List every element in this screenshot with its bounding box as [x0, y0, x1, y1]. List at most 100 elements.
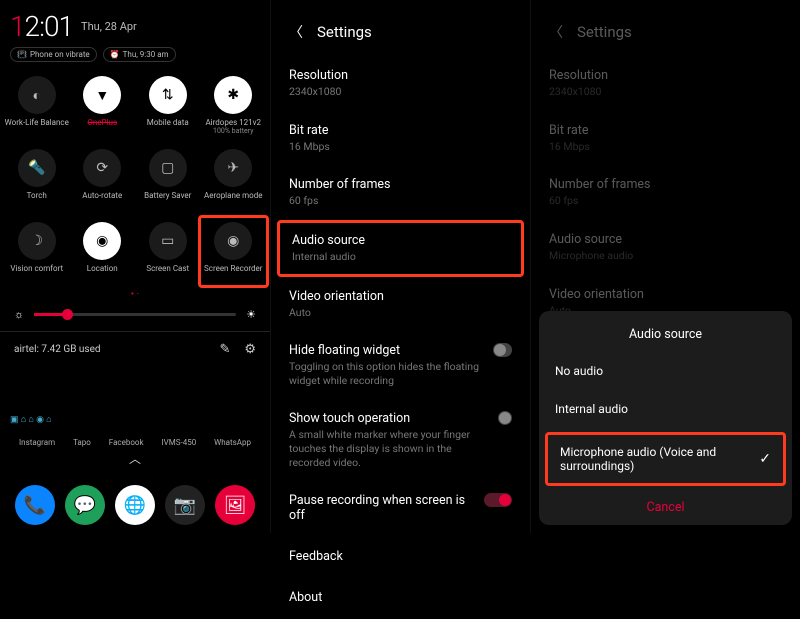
data-usage: airtel: 7.42 GB used: [14, 344, 101, 355]
dialog-cancel-button[interactable]: Cancel: [539, 490, 792, 519]
setting-audio-source[interactable]: Audio sourceInternal audio: [277, 220, 524, 277]
setting-resolution[interactable]: Resolution2340x1080: [271, 56, 530, 111]
chip-vibrate[interactable]: 📳Phone on vibrate: [10, 47, 97, 62]
toggle[interactable]: [484, 493, 512, 507]
setting-value: 2340x1080: [289, 85, 512, 99]
dock: 📞 💬 🌐 📷 🖼: [0, 485, 270, 525]
dialog-options: No audio Internal audio Microphone audio (…: [539, 352, 792, 486]
dialog-option[interactable]: Microphone audio (Voice and surroundings…: [545, 432, 786, 486]
tile-aeroplane[interactable]: ✈ Aeroplane mode: [201, 145, 267, 212]
setting-number-of-frames[interactable]: Number of frames 60 fps: [271, 165, 530, 220]
tile-label: Aeroplane mode: [204, 192, 262, 208]
brightness-slider[interactable]: [34, 313, 236, 316]
check-icon: ✓: [759, 451, 771, 467]
tile-label: Battery Saver: [144, 192, 191, 208]
tile-label: Location: [87, 265, 118, 281]
toggle[interactable]: [498, 411, 512, 425]
tile-label: Torch: [27, 192, 47, 208]
notification-tray-icons: ▣ ⌂ ⌂ ◉ ⌂: [10, 414, 52, 425]
date: Thu, 28 Apr: [81, 20, 137, 33]
alarm-icon: ⏰: [110, 50, 120, 59]
setting-desc: Toggling on this option hides the floati…: [289, 360, 483, 387]
setting-pause-recording-when-screen-is-off[interactable]: Pause recording when screen is off: [271, 481, 530, 537]
setting-hide-floating-widget[interactable]: Hide floating widget Toggling on this opt…: [271, 331, 530, 399]
setting-feedback[interactable]: Feedback: [271, 537, 530, 578]
option-label: Microphone audio (Voice and surroundings…: [560, 445, 759, 473]
brightness-slider-row: ☼ ☀: [0, 302, 270, 327]
settings-panel-dialog: 〈 Settings Resolution2340x1080Bit rate16…: [530, 0, 800, 533]
setting-title: Bit rate: [289, 123, 512, 138]
mobile-data-icon: ⇅: [149, 76, 187, 114]
setting-title: Video orientation: [289, 289, 512, 304]
bluetooth-icon: ✱: [214, 76, 252, 114]
back-icon[interactable]: 〈: [289, 22, 303, 42]
page-dots[interactable]: • ·: [0, 285, 270, 302]
app-label[interactable]: WhatsApp: [214, 438, 251, 447]
app-label[interactable]: Facebook: [109, 438, 144, 447]
setting-value: 2340x1080: [549, 85, 782, 99]
dialog-option[interactable]: No audio: [539, 352, 792, 390]
setting-title: Show touch operation: [289, 411, 488, 426]
status-bar: 12:01 Thu, 28 Apr: [0, 0, 270, 45]
option-label: No audio: [555, 364, 603, 378]
wifi-icon: ▼: [83, 76, 121, 114]
brightness-low-icon: ☼: [14, 308, 24, 321]
tile-vision-comfort[interactable]: ☽ Vision comfort: [4, 218, 70, 285]
setting-title: Hide floating widget: [289, 343, 483, 358]
setting-number-of-frames: Number of frames 60 fps: [531, 165, 800, 220]
dock-gallery-icon[interactable]: 🖼: [215, 485, 255, 525]
tile-screen-recorder[interactable]: ◉ Screen Recorder: [198, 215, 270, 288]
edit-icon[interactable]: ✎: [219, 342, 230, 357]
tile-bluetooth[interactable]: ✱ Airdopes 121v2100% battery: [201, 72, 267, 139]
setting-bit-rate[interactable]: Bit rate 16 Mbps: [271, 111, 530, 166]
setting-title: Number of frames: [549, 177, 782, 192]
tile-work-life[interactable]: ◐ Work-Life Balance: [4, 72, 70, 139]
tile-battery-saver[interactable]: ▢ Battery Saver: [135, 145, 201, 212]
audio-source-dialog: Audio source No audioInternal audioMicro…: [539, 311, 792, 525]
dock-phone-icon[interactable]: 📞: [15, 485, 55, 525]
tile-screen-cast[interactable]: ▭ Screen Cast: [135, 218, 201, 285]
screen-cast-icon: ▭: [149, 222, 187, 260]
dock-camera-icon[interactable]: 📷: [165, 485, 205, 525]
chip-alarm[interactable]: ⏰Thu, 9:30 am: [103, 47, 176, 62]
tile-label: Auto-rotate: [82, 192, 122, 208]
setting-video-orientation[interactable]: Video orientationAuto: [271, 277, 530, 332]
setting-bit-rate: Bit rate16 Mbps: [531, 111, 800, 166]
setting-about[interactable]: About: [271, 578, 530, 619]
settings-title: Settings: [317, 23, 372, 41]
tile-auto-rotate[interactable]: ⟳ Auto-rotate: [70, 145, 136, 212]
setting-value: 60 fps: [289, 194, 512, 208]
setting-title: Resolution: [549, 68, 782, 83]
setting-title: Number of frames: [289, 177, 512, 192]
app-drawer-chevron-icon[interactable]: ︿: [129, 450, 141, 467]
tile-label: Airdopes 121v2100% battery: [205, 119, 261, 135]
tile-torch[interactable]: 🔦 Torch: [4, 145, 70, 212]
app-label[interactable]: IVMS-450: [162, 438, 197, 447]
setting-title: About: [289, 590, 512, 605]
setting-title: Audio source: [549, 232, 782, 247]
tile-label: OnePlus: [87, 119, 117, 135]
tile-label: Mobile data: [147, 119, 189, 135]
dialog-option[interactable]: Internal audio: [539, 390, 792, 428]
work-life-icon: ◐: [18, 76, 56, 114]
tile-location[interactable]: ◉ Location: [70, 218, 136, 285]
quick-tiles-grid: ◐ Work-Life Balance▼ OnePlus⇅ Mobile dat…: [0, 72, 270, 285]
tile-mobile-data[interactable]: ⇅ Mobile data: [135, 72, 201, 139]
tile-wifi[interactable]: ▼ OnePlus: [70, 72, 136, 139]
dock-chrome-icon[interactable]: 🌐: [115, 485, 155, 525]
setting-title: Audio source: [292, 233, 509, 248]
app-label[interactable]: Tapo: [73, 438, 91, 447]
toggle[interactable]: [493, 343, 513, 357]
settings-gear-icon[interactable]: ⚙: [244, 342, 256, 357]
setting-value: 60 fps: [549, 194, 782, 208]
back-icon: 〈: [549, 22, 563, 42]
app-label[interactable]: Instagram: [19, 438, 55, 447]
quick-settings-panel: 12:01 Thu, 28 Apr 📳Phone on vibrate ⏰Thu…: [0, 0, 270, 533]
dock-messages-icon[interactable]: 💬: [65, 485, 105, 525]
setting-show-touch-operation[interactable]: Show touch operationA small white marker…: [271, 399, 530, 481]
option-label: Internal audio: [555, 402, 628, 416]
auto-rotate-icon: ⟳: [83, 149, 121, 187]
setting-value: 16 Mbps: [289, 140, 512, 154]
status-chips: 📳Phone on vibrate ⏰Thu, 9:30 am: [0, 45, 270, 72]
settings-panel: 〈 Settings Resolution2340x1080 Bit rate 16…: [270, 0, 530, 533]
